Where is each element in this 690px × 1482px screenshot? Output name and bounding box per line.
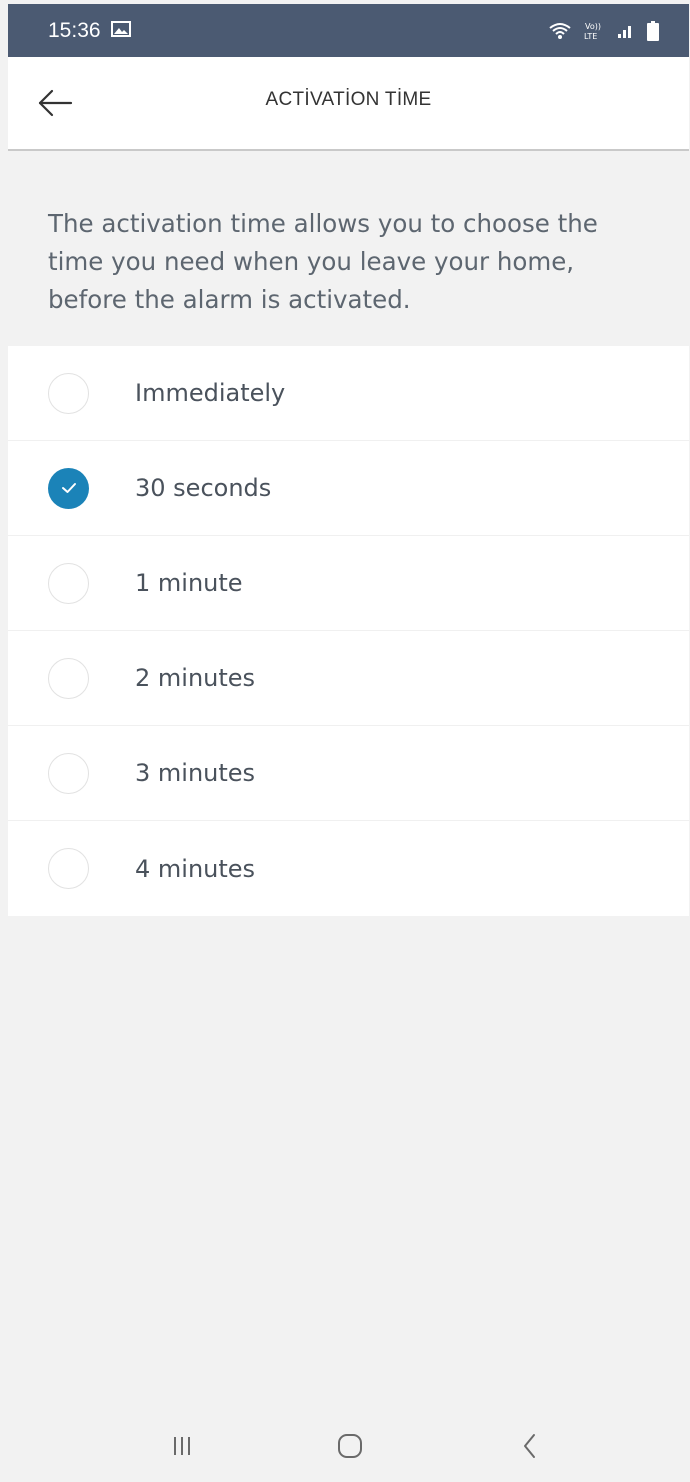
- option-label: Immediately: [135, 379, 286, 407]
- option-1-minute[interactable]: 1 minute: [8, 536, 689, 631]
- option-label: 1 minute: [135, 569, 243, 597]
- option-immediately[interactable]: Immediately: [8, 346, 689, 441]
- description-text: The activation time allows you to choose…: [48, 209, 598, 314]
- app-bar: ACTİVATİON TİME: [8, 57, 689, 151]
- activation-time-screen: 15:36 Vo)) LTE ACTİVATİON TİME The activ…: [0, 0, 690, 1482]
- svg-text:LTE: LTE: [584, 32, 597, 41]
- recent-apps-icon: [171, 1435, 193, 1461]
- option-label: 3 minutes: [135, 759, 256, 787]
- home-button[interactable]: [320, 1428, 380, 1468]
- system-back-button[interactable]: [500, 1428, 560, 1468]
- status-bar: 15:36 Vo)) LTE: [8, 4, 689, 57]
- status-time: 15:36: [48, 18, 101, 42]
- radio-unchecked-icon[interactable]: [48, 848, 89, 889]
- radio-checked-icon[interactable]: [48, 467, 89, 509]
- battery-icon: [647, 20, 659, 41]
- status-right: Vo)) LTE: [549, 20, 659, 41]
- radio-unchecked-icon[interactable]: [48, 752, 89, 794]
- back-icon: [522, 1433, 538, 1463]
- option-30-seconds[interactable]: 30 seconds: [8, 441, 689, 536]
- navigation-bar: [8, 1414, 689, 1482]
- option-label: 2 minutes: [135, 664, 256, 692]
- gallery-icon: [110, 20, 131, 41]
- status-left: 15:36: [48, 19, 131, 43]
- option-label: 4 minutes: [135, 854, 256, 883]
- radio-unchecked-icon[interactable]: [48, 562, 89, 604]
- signal-icon: [617, 23, 635, 39]
- volte-lte-icon: Vo)) LTE: [583, 21, 605, 41]
- option-4-minutes[interactable]: 4 minutes: [8, 821, 689, 916]
- svg-text:Vo)): Vo)): [585, 22, 601, 31]
- home-icon: [337, 1433, 363, 1463]
- option-label: 30 seconds: [135, 474, 272, 502]
- radio-unchecked-icon[interactable]: [48, 372, 89, 414]
- option-3-minutes[interactable]: 3 minutes: [8, 726, 689, 821]
- page-title: ACTİVATİON TİME: [265, 89, 432, 110]
- recent-apps-button[interactable]: [152, 1428, 212, 1468]
- radio-unchecked-icon[interactable]: [48, 657, 89, 699]
- wifi-icon: [549, 22, 571, 40]
- option-2-minutes[interactable]: 2 minutes: [8, 631, 689, 726]
- activation-time-options: Immediately 30 seconds 1 minute 2 minute…: [8, 346, 689, 916]
